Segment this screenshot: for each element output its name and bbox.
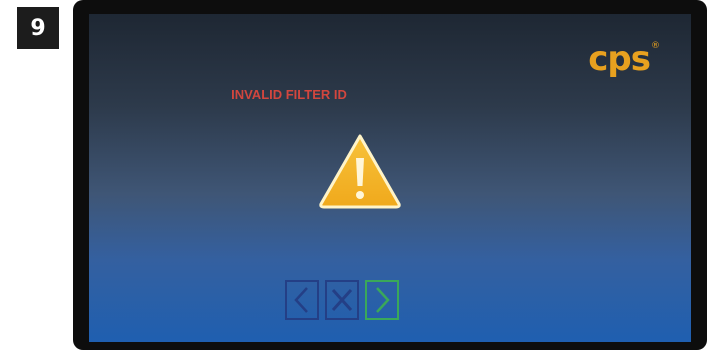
device-screen: cps® INVALID FILTER ID [89,14,691,342]
chevron-right-icon [376,287,390,313]
chevron-left-icon [294,287,308,313]
navigation-buttons [285,280,399,324]
close-icon [331,288,353,312]
next-button[interactable] [365,280,399,320]
step-number: 9 [30,15,46,41]
brand-logo-text: cps [588,39,651,79]
back-button[interactable] [285,280,319,320]
device-frame: cps® INVALID FILTER ID [73,0,707,350]
error-message: INVALID FILTER ID [231,87,347,102]
registered-mark: ® [651,41,660,51]
step-number-badge: 9 [17,7,59,49]
warning-triangle-icon [319,134,401,209]
cancel-button[interactable] [325,280,359,320]
brand-logo: cps® [588,39,660,79]
